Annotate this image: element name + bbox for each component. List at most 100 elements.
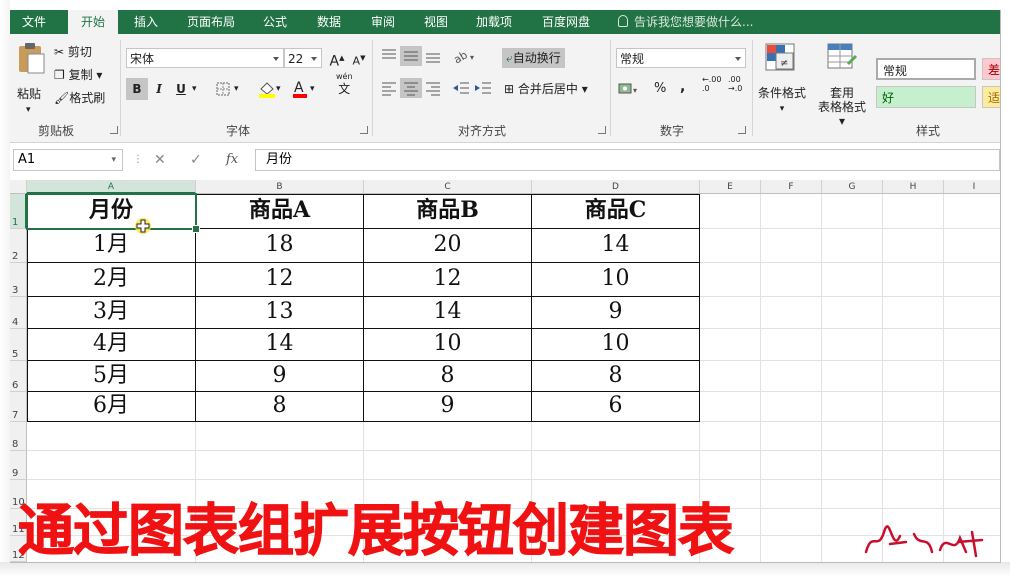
tab-baidu-netdisk[interactable]: 百度网盘 [530,10,602,34]
table-cell[interactable]: 8 [196,392,364,422]
row-header-2[interactable]: 2 [10,229,27,263]
fill-handle[interactable] [192,225,200,233]
paste-dropdown-icon[interactable]: ▾ [26,100,31,120]
table-cell[interactable]: 8 [364,361,532,392]
column-header-g[interactable]: G [822,180,883,194]
font-launcher-icon[interactable] [360,126,368,134]
conditional-format-icon[interactable]: ≠ [764,42,796,75]
tab-insert[interactable]: 插入 [122,10,170,34]
format-painter-button[interactable]: 🖌格式刷 [54,88,105,108]
cancel-icon[interactable]: ✕ [154,149,166,171]
align-bottom-icon[interactable] [424,48,442,67]
underline-dropdown-icon[interactable]: ▾ [192,79,197,99]
column-header-a[interactable]: A [27,180,196,194]
number-launcher-icon[interactable] [738,126,746,134]
table-cell[interactable]: 8 [532,361,700,392]
tab-file[interactable]: 文件 [10,10,58,34]
column-header-e[interactable]: E [700,180,761,194]
column-header-c[interactable]: C [364,180,532,194]
insert-function-icon[interactable]: fx [226,149,238,171]
row-header-5[interactable]: 5 [10,329,27,361]
column-header-i[interactable]: I [944,180,1000,194]
table-cell[interactable]: 1月 [27,229,196,263]
tab-formulas[interactable]: 公式 [252,10,298,34]
format-as-table-button[interactable]: 套用 表格格式 ▾ [814,86,870,128]
number-format-select[interactable]: 常规 [616,48,746,68]
row-header-7[interactable]: 7 [10,392,27,422]
table-cell[interactable]: 9 [532,297,700,329]
row-header-9[interactable]: 9 [10,451,27,480]
table-cell[interactable]: 9 [364,392,532,422]
name-box[interactable]: A1 ▾ [13,149,123,171]
table-header-cell[interactable]: 商品B [364,194,532,229]
clipboard-launcher-icon[interactable] [110,126,118,134]
tab-page-layout[interactable]: 页面布局 [176,10,246,34]
increase-indent-icon[interactable] [474,80,492,99]
font-size-select[interactable]: 22 [284,48,322,68]
wrap-text-button[interactable]: ⤶自动换行 [502,48,565,68]
style-bad[interactable]: 差 [982,58,1000,80]
column-header-h[interactable]: H [883,180,944,194]
row-header-4[interactable]: 4 [10,297,27,329]
table-cell[interactable]: 20 [364,229,532,263]
table-cell[interactable]: 13 [196,297,364,329]
cut-button[interactable]: ✂ 剪切 [54,42,92,62]
table-cell[interactable]: 14 [196,329,364,361]
tell-me-search[interactable]: 告诉我您想要做什么... [618,10,753,34]
table-cell[interactable]: 10 [532,329,700,361]
align-left-icon[interactable] [380,80,398,99]
bold-button[interactable]: B [126,78,148,100]
table-cell[interactable]: 4月 [27,329,196,361]
table-cell[interactable]: 14 [532,229,700,263]
table-cell[interactable]: 10 [532,263,700,297]
decrease-decimal-button[interactable]: .00 →.0 [728,75,742,93]
select-all-corner[interactable] [10,180,27,194]
font-color-icon[interactable]: A [292,79,308,101]
style-good[interactable]: 好 [876,86,976,108]
copy-button[interactable]: ❐ 复制 ▾ [54,65,102,85]
border-dropdown-icon[interactable]: ▾ [234,79,239,99]
italic-button[interactable]: I [148,78,170,100]
table-header-cell[interactable]: 商品C [532,194,700,229]
tab-data[interactable]: 数据 [306,10,352,34]
alignment-launcher-icon[interactable] [598,126,606,134]
underline-button[interactable]: U [170,78,192,100]
phonetic-guide-button[interactable]: wén 文 [336,72,353,96]
conditional-format-button[interactable]: 条件格式 ▾ [756,86,808,116]
align-middle-icon[interactable] [400,46,422,66]
percent-button[interactable]: % [654,79,666,99]
row-header-3[interactable]: 3 [10,263,27,297]
paste-icon[interactable] [16,42,46,77]
tab-add-ins[interactable]: 加载项 [466,10,522,34]
table-cell[interactable]: 12 [364,263,532,297]
table-cell[interactable]: 5月 [27,361,196,392]
align-top-icon[interactable] [380,48,398,67]
fill-color-dropdown-icon[interactable]: ▾ [276,79,281,99]
column-header-b[interactable]: B [196,180,364,194]
table-header-cell[interactable]: 商品A [196,194,364,229]
table-cell[interactable]: 12 [196,263,364,297]
fill-color-icon[interactable] [258,80,276,101]
table-cell[interactable]: 10 [364,329,532,361]
table-cell[interactable]: 18 [196,229,364,263]
enter-icon[interactable]: ✓ [190,149,202,171]
table-cell[interactable]: 3月 [27,297,196,329]
orientation-icon[interactable]: ab ▾ [451,48,478,67]
tab-home[interactable]: 开始 [68,10,118,34]
accounting-format-icon[interactable]: ▾ [618,81,642,100]
style-normal[interactable]: 常规 [876,58,976,80]
border-icon[interactable] [216,82,230,99]
table-cell[interactable]: 14 [364,297,532,329]
decrease-indent-icon[interactable] [452,80,470,99]
font-name-select[interactable]: 宋体 [126,48,284,68]
font-color-dropdown-icon[interactable]: ▾ [310,79,315,99]
table-cell[interactable]: 6 [532,392,700,422]
tab-review[interactable]: 审阅 [360,10,406,34]
column-header-d[interactable]: D [532,180,700,194]
formula-input[interactable]: 月份 [255,149,1000,171]
align-right-icon[interactable] [424,80,442,99]
row-header-1[interactable]: 1 [10,194,27,229]
align-center-icon[interactable] [400,78,422,98]
format-as-table-icon[interactable] [826,42,858,75]
tab-view[interactable]: 视图 [414,10,458,34]
